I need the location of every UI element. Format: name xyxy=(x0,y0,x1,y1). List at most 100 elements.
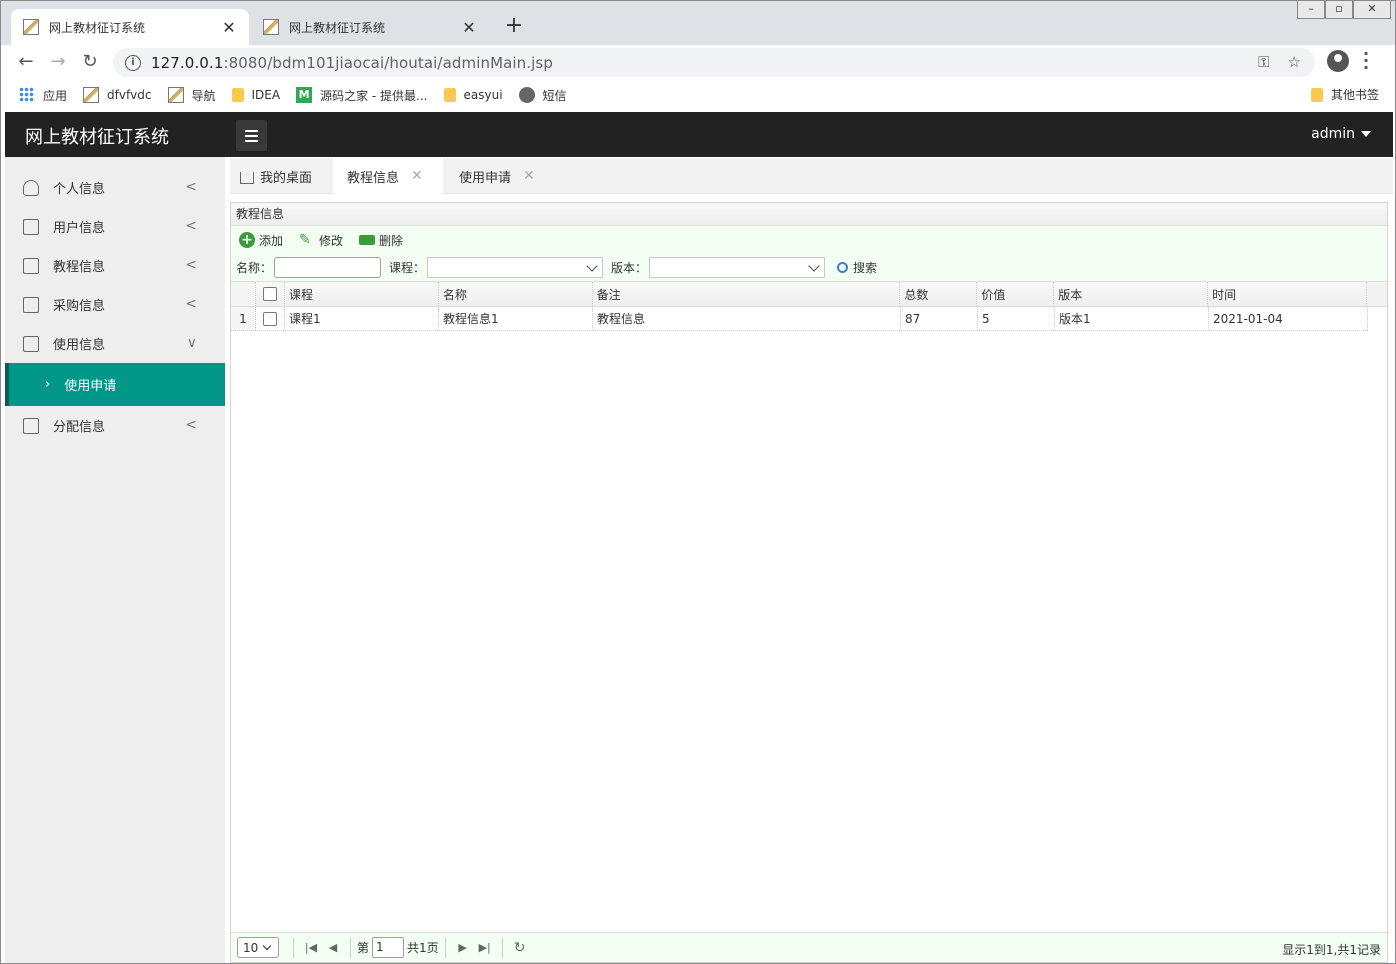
version-label: 版本： xyxy=(611,261,648,275)
image-favicon-icon xyxy=(83,87,100,103)
browser-tab-title: 网上教材征订系统 xyxy=(49,20,146,35)
select-all-checkbox[interactable] xyxy=(256,282,285,306)
apps-grid-icon xyxy=(19,87,35,103)
course-label: 课程： xyxy=(389,261,426,275)
maximize-icon[interactable]: ▫ xyxy=(1325,1,1353,19)
new-tab-button[interactable]: + xyxy=(501,13,527,38)
bookmark-nav[interactable]: 导航 xyxy=(167,87,216,104)
hamburger-icon-line xyxy=(245,140,258,142)
column-header-time[interactable]: 时间 xyxy=(1208,282,1367,306)
sidebar-item-label: 使用信息 xyxy=(53,338,106,353)
course-select[interactable] xyxy=(427,257,604,278)
cell-name: 教程信息1 xyxy=(439,307,593,330)
sidebar: 个人信息 < 用户信息 < 教程信息 < 采购信息 < 使用信息 ∨ › 使用申… xyxy=(5,157,225,963)
search-bar: 名称： 课程： 版本： 搜索 xyxy=(231,254,1387,282)
separator xyxy=(293,937,294,958)
window-close-icon[interactable]: ✕ xyxy=(1353,1,1391,19)
user-menu[interactable]: admin xyxy=(1311,126,1371,142)
key-icon[interactable]: ⚿ xyxy=(1258,53,1269,71)
bookmark-easyui[interactable]: easyui xyxy=(443,88,503,102)
address-bar[interactable]: i 127.0.0.1:8080/bdm101jiaocai/houtai/ad… xyxy=(113,48,1315,77)
tab-textbook-info[interactable]: 教程信息 ✕ xyxy=(333,158,443,194)
browser-tab[interactable]: 网上教材征订系统 ✕ xyxy=(251,9,489,45)
column-header-version[interactable]: 版本 xyxy=(1054,282,1209,306)
column-header-note[interactable]: 备注 xyxy=(593,282,901,306)
page-prefix: 第 xyxy=(357,941,370,955)
grid-header: 课程 名称 备注 总数 价值 版本 时间 xyxy=(231,282,1387,307)
checkbox-icon xyxy=(262,287,277,301)
edit-button[interactable]: ✎ 修改 xyxy=(299,232,343,249)
bookmark-apps[interactable]: 应用 xyxy=(19,87,67,104)
image-favicon-icon xyxy=(167,87,184,103)
sidebar-item-allocation[interactable]: 分配信息 < xyxy=(5,406,225,445)
menu-toggle-button[interactable] xyxy=(236,120,267,151)
page-number-input[interactable]: 1 xyxy=(372,937,405,958)
app-title: 网上教材征订系统 xyxy=(25,127,169,148)
star-icon[interactable]: ☆ xyxy=(1288,53,1301,71)
action-toolbar: + 添加 ✎ 修改 删除 xyxy=(231,226,1387,254)
back-arrow-icon[interactable]: ← xyxy=(15,51,37,73)
site-info-icon[interactable]: i xyxy=(125,54,141,71)
sidebar-item-personal[interactable]: 个人信息 < xyxy=(5,168,225,207)
browser-toolbar: ← → ↻ i 127.0.0.1:8080/bdm101jiaocai/hou… xyxy=(1,45,1395,79)
cell-time: 2021-01-04 xyxy=(1209,307,1368,330)
sidebar-subitem-apply[interactable]: › 使用申请 xyxy=(5,363,225,406)
bookmark-sms[interactable]: 短信 xyxy=(518,87,567,104)
cell-version: 版本1 xyxy=(1055,307,1209,330)
record-info: 显示1到1,共1记录 xyxy=(1282,943,1381,957)
tab-label: 教程信息 xyxy=(347,170,400,186)
reload-icon[interactable]: ↻ xyxy=(79,51,101,73)
minimize-icon[interactable]: – xyxy=(1297,1,1325,19)
document-icon xyxy=(23,296,39,313)
document-icon xyxy=(23,335,39,352)
sidebar-item-users[interactable]: 用户信息 < xyxy=(5,207,225,246)
close-icon[interactable]: ✕ xyxy=(523,168,535,184)
tab-label: 我的桌面 xyxy=(260,170,313,186)
search-button[interactable]: 搜索 xyxy=(837,259,877,276)
tab-use-apply[interactable]: 使用申请 ✕ xyxy=(459,158,535,194)
close-tab-icon[interactable]: ✕ xyxy=(221,18,237,37)
delete-button[interactable]: 删除 xyxy=(359,232,403,249)
window-controls: – ▫ ✕ xyxy=(1297,1,1391,19)
column-header-price[interactable]: 价值 xyxy=(977,282,1055,306)
table-row[interactable]: 1 课程1 教程信息1 教程信息 87 5 版本1 2021-01-04 xyxy=(231,307,1368,331)
name-input[interactable] xyxy=(274,257,382,278)
panel-title: 教程信息 xyxy=(231,203,1387,226)
other-bookmarks[interactable]: 其他书签 xyxy=(1310,86,1379,103)
cell-note: 教程信息 xyxy=(593,307,901,330)
add-icon: + xyxy=(239,232,255,248)
close-icon[interactable]: ✕ xyxy=(411,168,423,184)
hamburger-icon xyxy=(245,130,258,132)
sidebar-item-textbook[interactable]: 教程信息 < xyxy=(5,246,225,285)
column-header-name[interactable]: 名称 xyxy=(439,282,593,306)
column-header-course[interactable]: 课程 xyxy=(285,282,439,306)
add-button[interactable]: + 添加 xyxy=(239,232,283,249)
row-checkbox[interactable] xyxy=(256,307,285,330)
next-page-icon[interactable]: ▶ xyxy=(452,941,474,954)
browser-menu-icon[interactable]: · · · xyxy=(1363,46,1369,76)
tab-desktop[interactable]: 我的桌面 xyxy=(240,158,312,194)
prev-page-icon[interactable]: ◀ xyxy=(322,941,344,954)
version-select[interactable] xyxy=(649,257,826,278)
pencil-icon: ✎ xyxy=(299,232,311,248)
data-grid: 课程 名称 备注 总数 价值 版本 时间 1 课程1 教程信息1 教程信息 87… xyxy=(231,282,1387,331)
browser-tab-active[interactable]: 网上教材征订系统 ✕ xyxy=(11,9,249,45)
last-page-icon[interactable]: ▶| xyxy=(474,941,496,954)
refresh-icon[interactable]: ↻ xyxy=(509,940,531,956)
first-page-icon[interactable]: |◀ xyxy=(300,941,322,954)
folder-icon xyxy=(231,88,244,102)
pagination-bar: 10 |◀ ◀ 第 1 共1页 ▶ ▶| ↻ 显示1到1,共1记录 xyxy=(231,932,1387,962)
search-icon xyxy=(837,262,849,273)
profile-avatar-icon[interactable] xyxy=(1327,50,1349,72)
forward-arrow-icon[interactable]: → xyxy=(47,51,69,73)
bookmark-idea[interactable]: IDEA xyxy=(231,88,280,102)
column-header-total[interactable]: 总数 xyxy=(900,282,978,306)
page-size-select[interactable]: 10 xyxy=(237,937,279,958)
bookmark-dfvfvdc[interactable]: dfvfvdc xyxy=(83,87,152,103)
sidebar-item-purchase[interactable]: 采购信息 < xyxy=(5,285,225,324)
row-number-header xyxy=(231,282,256,306)
home-icon xyxy=(240,172,254,184)
sidebar-item-usage[interactable]: 使用信息 ∨ xyxy=(5,324,225,363)
bookmark-source-home[interactable]: M 源码之家 - 提供最... xyxy=(296,87,428,104)
close-tab-icon[interactable]: ✕ xyxy=(461,18,477,37)
